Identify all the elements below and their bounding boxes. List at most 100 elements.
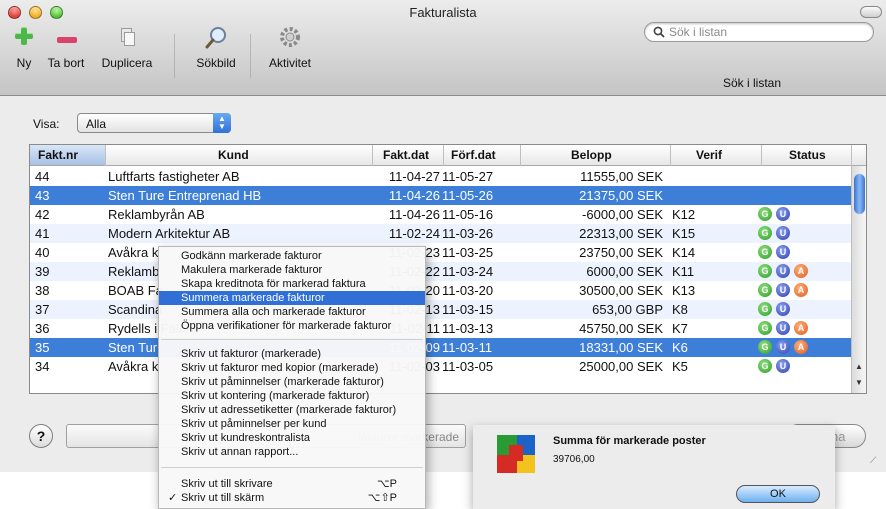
column-header-forfdat[interactable]: Förf.dat <box>451 148 496 162</box>
menu-item[interactable]: Skriv ut annan rapport... <box>159 445 425 459</box>
search-image-button[interactable]: Sökbild <box>186 24 246 70</box>
column-header-verif[interactable]: Verif <box>696 148 722 162</box>
menu-item-label: Skriv ut fakturor (markerade) <box>181 348 321 360</box>
due-date-cell: 11-03-13 <box>442 321 494 336</box>
due-date-cell: 11-05-26 <box>442 188 494 203</box>
ok-button[interactable]: OK <box>736 485 820 503</box>
column-header-faktdat[interactable]: Fakt.dat <box>383 148 429 162</box>
due-date-cell: 11-03-11 <box>442 340 493 355</box>
status-badge-a-icon: A <box>794 340 808 354</box>
scroll-up-icon[interactable]: ▲ <box>855 362 863 371</box>
menu-item[interactable]: Summera markerade fakturor <box>159 291 425 305</box>
due-date-cell: 11-03-15 <box>442 302 494 317</box>
menu-item[interactable]: Skriv ut adressetiketter (markerade fakt… <box>159 403 425 417</box>
menu-item[interactable]: Godkänn markerade fakturor <box>159 249 425 263</box>
menu-separator <box>161 467 423 468</box>
voucher-cell: K7 <box>672 321 688 336</box>
new-button[interactable]: Ny <box>6 24 42 70</box>
activity-button[interactable]: Aktivitet <box>260 24 320 70</box>
invoice-number-cell: 34 <box>35 359 50 374</box>
table-row[interactable]: 41 Modern Arkitektur AB 11-02-24 11-03-26 22… <box>30 224 866 243</box>
scroll-down-icon[interactable]: ▼ <box>855 378 863 387</box>
minus-icon <box>49 24 83 54</box>
magnifier-icon <box>199 24 233 54</box>
column-header-status[interactable]: Status <box>789 148 826 162</box>
duplicate-button[interactable]: Duplicera <box>92 24 162 70</box>
column-header-belopp[interactable]: Belopp <box>571 148 612 162</box>
menu-item[interactable]: Summera alla och markerade fakturor <box>159 305 425 319</box>
amount-cell: 22313,00 SEK <box>579 226 663 241</box>
voucher-cell: K15 <box>672 226 696 241</box>
toolbar-toggle-button[interactable] <box>860 6 882 18</box>
help-button[interactable]: ? <box>29 424 53 448</box>
menu-item[interactable]: Skriv ut till skrivare ⌥P <box>159 477 425 491</box>
amount-cell: -6000,00 SEK <box>582 207 663 222</box>
table-row[interactable]: 42 Reklambyrån AB 11-04-26 11-05-16 -6000,00… <box>30 205 866 224</box>
table-row[interactable]: 36Rydells i Falun11-02-1111-03-1345750,0… <box>30 319 866 338</box>
table-row[interactable]: 34Avåkra k11-02-0311-03-0525000,00 SEKK5… <box>30 357 866 376</box>
status-badge-u-icon: U <box>776 340 790 354</box>
voucher-cell: K5 <box>672 359 688 374</box>
invoice-number-cell: 37 <box>35 302 50 317</box>
table-row[interactable]: 43 Sten Ture Entreprenad HB 11-04-26 11-05-… <box>30 186 866 205</box>
menu-item[interactable]: Skriv ut fakturor (markerade) <box>159 347 425 361</box>
context-menu: Godkänn markerade fakturor Makulera marke… <box>158 246 426 509</box>
status-badge-u-icon: U <box>776 245 790 259</box>
customer-cell: BOAB Fa <box>108 283 163 298</box>
filter-select[interactable]: Alla ▲ ▼ <box>77 113 231 133</box>
delete-button[interactable]: Ta bort <box>44 24 88 70</box>
table-row[interactable]: 44 Luftfarts fastigheter AB 11-04-27 11-05-… <box>30 167 866 186</box>
invoice-table: Fakt.nr Kund Fakt.dat Förf.dat Belopp Ve… <box>29 144 867 394</box>
invoice-number-cell: 35 <box>35 340 50 355</box>
menu-item[interactable]: Skriv ut fakturor med kopior (markerade) <box>159 361 425 375</box>
menu-item[interactable]: Skapa kreditnota för markerad faktura <box>159 277 425 291</box>
invoice-number-cell: 41 <box>35 226 50 241</box>
invoice-date-cell: 11-04-26 <box>388 188 440 203</box>
filter-value: Alla <box>86 117 107 131</box>
menu-item[interactable]: Skriv ut till skärm ✓ ⌥⇧P <box>159 491 425 505</box>
invoice-date-cell: 11-04-27 <box>388 169 440 184</box>
table-row[interactable]: 38BOAB Fa11-02-2011-03-2030500,00 SEKK13… <box>30 281 866 300</box>
resize-grip-icon[interactable]: ⟋ <box>870 455 876 466</box>
menu-item[interactable]: Öppna verifikationer för markerade faktu… <box>159 319 425 333</box>
amount-cell: 6000,00 SEK <box>586 264 663 279</box>
menu-item-label: Skriv ut kontering (markerade fakturor) <box>181 390 370 402</box>
table-row[interactable]: 35Sten Tur11-02-0911-03-1118331,00 SEKK6… <box>30 338 866 357</box>
customer-cell: Sten Ture Entreprenad HB <box>108 188 262 203</box>
menu-item[interactable]: Skriv ut påminnelser per kund <box>159 417 425 431</box>
sum-panel: Summa för markerade poster 39706,00 OK <box>473 425 835 509</box>
status-badge-u-icon: U <box>776 207 790 221</box>
due-date-cell: 11-03-24 <box>442 264 494 279</box>
menu-item[interactable]: Skriv ut kundreskontralista <box>159 431 425 445</box>
table-row[interactable]: 37Scandina11-02-1311-03-15653,00 GBPK8GU <box>30 300 866 319</box>
menu-item[interactable]: Skriv ut påminnelser (markerade fakturor… <box>159 375 425 389</box>
activity-button-label: Aktivitet <box>268 56 311 70</box>
menu-item-label: Skapa kreditnota för markerad faktura <box>181 278 366 290</box>
voucher-cell: K11 <box>672 264 695 279</box>
duplicate-icon <box>110 24 144 54</box>
search-input[interactable]: Sök i listan <box>644 22 874 42</box>
voucher-cell: K6 <box>672 340 688 355</box>
menu-item[interactable]: Skriv ut kontering (markerade fakturor) <box>159 389 425 403</box>
search-caption: Sök i listan <box>723 76 782 90</box>
invoice-list-window: Fakturalista Ny Ta bort Duplicera Sökbil… <box>0 0 886 472</box>
column-header-nr[interactable]: Fakt.nr <box>30 145 105 165</box>
customer-cell: Reklambyrån AB <box>108 207 205 222</box>
table-row[interactable]: 40Avåkra k11-02-2311-03-2523750,00 SEKK1… <box>30 243 866 262</box>
vertical-scrollbar[interactable]: ▲ ▼ <box>851 166 866 393</box>
amount-cell: 25000,00 SEK <box>579 359 663 374</box>
status-badge-g-icon: G <box>758 321 772 335</box>
menu-item[interactable]: Makulera markerade fakturor <box>159 263 425 277</box>
menu-item-label: Skriv ut påminnelser per kund <box>181 418 327 430</box>
status-badge-u-icon: U <box>776 302 790 316</box>
menu-item-label: Skriv ut påminnelser (markerade fakturor… <box>181 376 384 388</box>
gear-icon <box>273 24 307 54</box>
filter-label: Visa: <box>33 117 60 131</box>
scroll-thumb[interactable] <box>854 174 865 214</box>
menu-shortcut: ⌥P <box>376 478 397 490</box>
table-row[interactable]: 39Reklamb11-02-2211-03-246000,00 SEKK11G… <box>30 262 866 281</box>
column-header-kund[interactable]: Kund <box>218 148 249 162</box>
voucher-cell: K14 <box>672 245 696 260</box>
voucher-cell: K12 <box>672 207 696 222</box>
customer-cell: Luftfarts fastigheter AB <box>108 169 240 184</box>
